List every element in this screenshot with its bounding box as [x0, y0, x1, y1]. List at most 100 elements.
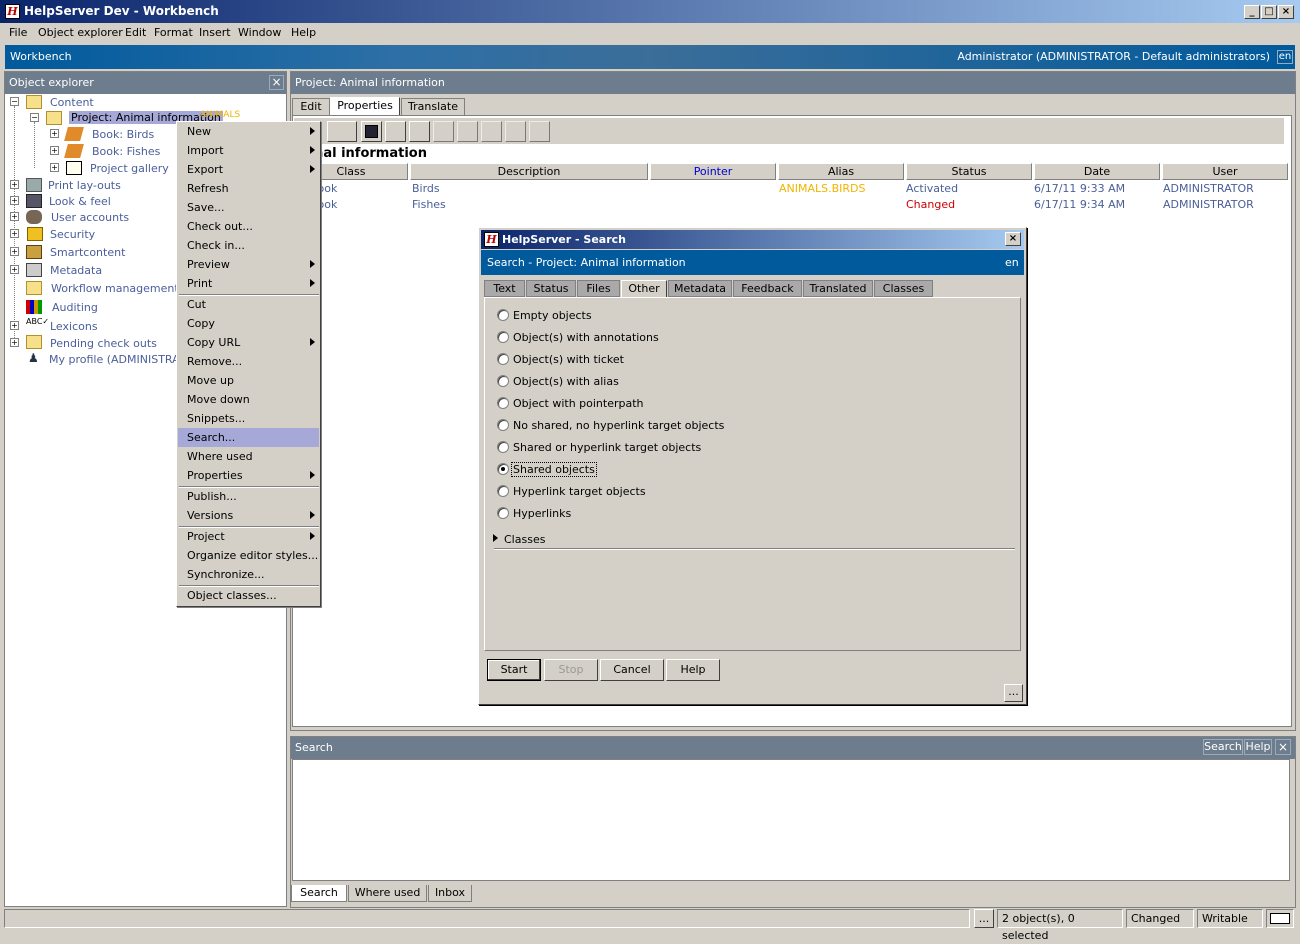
close-explorer-icon[interactable]: ×	[269, 75, 284, 90]
tab-feedback[interactable]: Feedback	[733, 280, 802, 297]
column-user[interactable]: User	[1162, 163, 1288, 180]
table-row-date[interactable]: 6/17/11 9:34 AM	[1034, 198, 1125, 211]
menu-item-copy[interactable]: Copy	[179, 314, 319, 333]
expand-icon[interactable]: +	[10, 180, 19, 189]
menu-item-refresh[interactable]: Refresh	[179, 179, 319, 198]
tab-search[interactable]: Search	[291, 885, 347, 902]
tree-item-book-fishes[interactable]: Book: Fishes	[92, 145, 160, 158]
column-description[interactable]: Description	[410, 163, 648, 180]
menu-item-export[interactable]: Export	[179, 160, 319, 179]
more-button[interactable]: ...	[1004, 684, 1023, 702]
tab-translate[interactable]: Translate	[401, 98, 465, 115]
column-pointer[interactable]: Pointer	[650, 163, 776, 180]
menu-file[interactable]: File	[9, 26, 27, 39]
collapse-icon[interactable]: −	[30, 113, 39, 122]
radio-shared-or-hyperlink[interactable]	[497, 441, 509, 453]
tree-item-profile[interactable]: My profile (ADMINISTRATOR)	[49, 353, 179, 366]
tree-item-auditing[interactable]: Auditing	[52, 301, 98, 314]
tab-other[interactable]: Other	[621, 280, 667, 298]
radio-ticket[interactable]	[497, 353, 509, 365]
radio-hyperlink-targets[interactable]	[497, 485, 509, 497]
copy-icon[interactable]	[457, 121, 478, 142]
move-down-icon[interactable]	[505, 121, 526, 142]
menu-item-publish[interactable]: Publish...	[179, 487, 319, 506]
tree-item-print-layouts[interactable]: Print lay-outs	[48, 179, 121, 192]
menu-format[interactable]: Format	[154, 26, 193, 39]
menu-item-remove[interactable]: Remove...	[179, 352, 319, 371]
tree-item-user-accounts[interactable]: User accounts	[51, 211, 129, 224]
tab-text[interactable]: Text	[484, 280, 525, 297]
menu-item-cut[interactable]: Cut	[179, 295, 319, 314]
dialog-language[interactable]: en	[1005, 250, 1019, 275]
menu-item-search[interactable]: Search...	[178, 428, 319, 447]
expand-icon[interactable]: +	[10, 212, 19, 221]
expand-arrow-icon[interactable]	[493, 534, 498, 542]
tab-translated[interactable]: Translated	[803, 280, 873, 297]
menu-edit[interactable]: Edit	[125, 26, 146, 39]
menu-item-preview[interactable]: Preview	[179, 255, 319, 274]
column-status[interactable]: Status	[906, 163, 1032, 180]
menu-window[interactable]: Window	[238, 26, 281, 39]
expand-icon[interactable]: +	[50, 163, 59, 172]
menu-item-properties[interactable]: Properties	[179, 466, 319, 485]
dialog-close-button[interactable]: ×	[1005, 232, 1021, 246]
language-button[interactable]: en	[1277, 50, 1293, 64]
collapse-icon[interactable]: −	[10, 97, 19, 106]
expand-icon[interactable]: +	[10, 265, 19, 274]
menu-item-save[interactable]: Save...	[179, 198, 319, 217]
preview-icon[interactable]	[385, 121, 406, 142]
expand-icon[interactable]: +	[10, 247, 19, 256]
tree-item-project-gallery[interactable]: Project gallery	[90, 162, 169, 175]
keyboard-icon[interactable]	[1266, 909, 1294, 928]
expand-icon[interactable]: +	[10, 338, 19, 347]
help-button[interactable]: Help	[666, 659, 720, 681]
tree-item-security[interactable]: Security	[50, 228, 95, 241]
menu-item-new[interactable]: New	[179, 122, 319, 141]
menu-item-synchronize[interactable]: Synchronize...	[179, 565, 319, 584]
menu-item-organize-styles[interactable]: Organize editor styles...	[179, 546, 319, 565]
save-icon[interactable]	[361, 121, 382, 142]
table-row-description[interactable]: Birds	[412, 182, 440, 195]
search-panel-search-button[interactable]: Search	[1203, 739, 1243, 755]
table-row-description[interactable]: Fishes	[412, 198, 446, 211]
close-button[interactable]: ×	[1278, 5, 1294, 19]
table-row-user[interactable]: ADMINISTRATOR	[1163, 182, 1254, 195]
expand-icon[interactable]: +	[50, 129, 59, 138]
radio-pointerpath[interactable]	[497, 397, 509, 409]
radio-no-shared[interactable]	[497, 419, 509, 431]
settings-icon[interactable]	[529, 121, 550, 142]
tree-item-content[interactable]: Content	[50, 96, 94, 109]
menu-insert[interactable]: Insert	[199, 26, 231, 39]
tree-item-metadata[interactable]: Metadata	[50, 264, 102, 277]
tree-item-smartcontent[interactable]: Smartcontent	[50, 246, 125, 259]
tree-item-workflow[interactable]: Workflow management	[51, 282, 179, 295]
tab-edit[interactable]: Edit	[292, 98, 330, 115]
cut-icon[interactable]	[433, 121, 454, 142]
radio-annotations[interactable]	[497, 331, 509, 343]
radio-alias[interactable]	[497, 375, 509, 387]
menu-item-snippets[interactable]: Snippets...	[179, 409, 319, 428]
menu-item-check-in[interactable]: Check in...	[179, 236, 319, 255]
menu-item-versions[interactable]: Versions	[179, 506, 319, 525]
tab-status[interactable]: Status	[526, 280, 576, 297]
menu-item-import[interactable]: Import	[179, 141, 319, 160]
move-up-icon[interactable]	[481, 121, 502, 142]
table-row-date[interactable]: 6/17/11 9:33 AM	[1034, 182, 1125, 195]
table-row-status[interactable]: Activated	[906, 182, 958, 195]
tab-metadata[interactable]: Metadata	[668, 280, 732, 297]
expand-icon[interactable]: +	[10, 196, 19, 205]
menu-item-copy-url[interactable]: Copy URL	[179, 333, 319, 352]
search-panel-help-button[interactable]: Help	[1244, 739, 1272, 755]
tree-item-book-birds[interactable]: Book: Birds	[92, 128, 154, 141]
radio-shared-objects[interactable]	[497, 463, 509, 475]
column-date[interactable]: Date	[1034, 163, 1160, 180]
menu-item-print[interactable]: Print	[179, 274, 319, 293]
menu-item-object-classes[interactable]: Object classes...	[179, 586, 319, 605]
menu-item-project[interactable]: Project	[179, 527, 319, 546]
tab-properties[interactable]: Properties	[330, 97, 400, 116]
close-search-panel-icon[interactable]: ×	[1275, 739, 1291, 755]
tab-files[interactable]: Files	[577, 280, 620, 297]
tree-item-lexicons[interactable]: Lexicons	[50, 320, 98, 333]
tab-inbox[interactable]: Inbox	[428, 885, 472, 902]
tab-where-used[interactable]: Where used	[348, 885, 427, 902]
